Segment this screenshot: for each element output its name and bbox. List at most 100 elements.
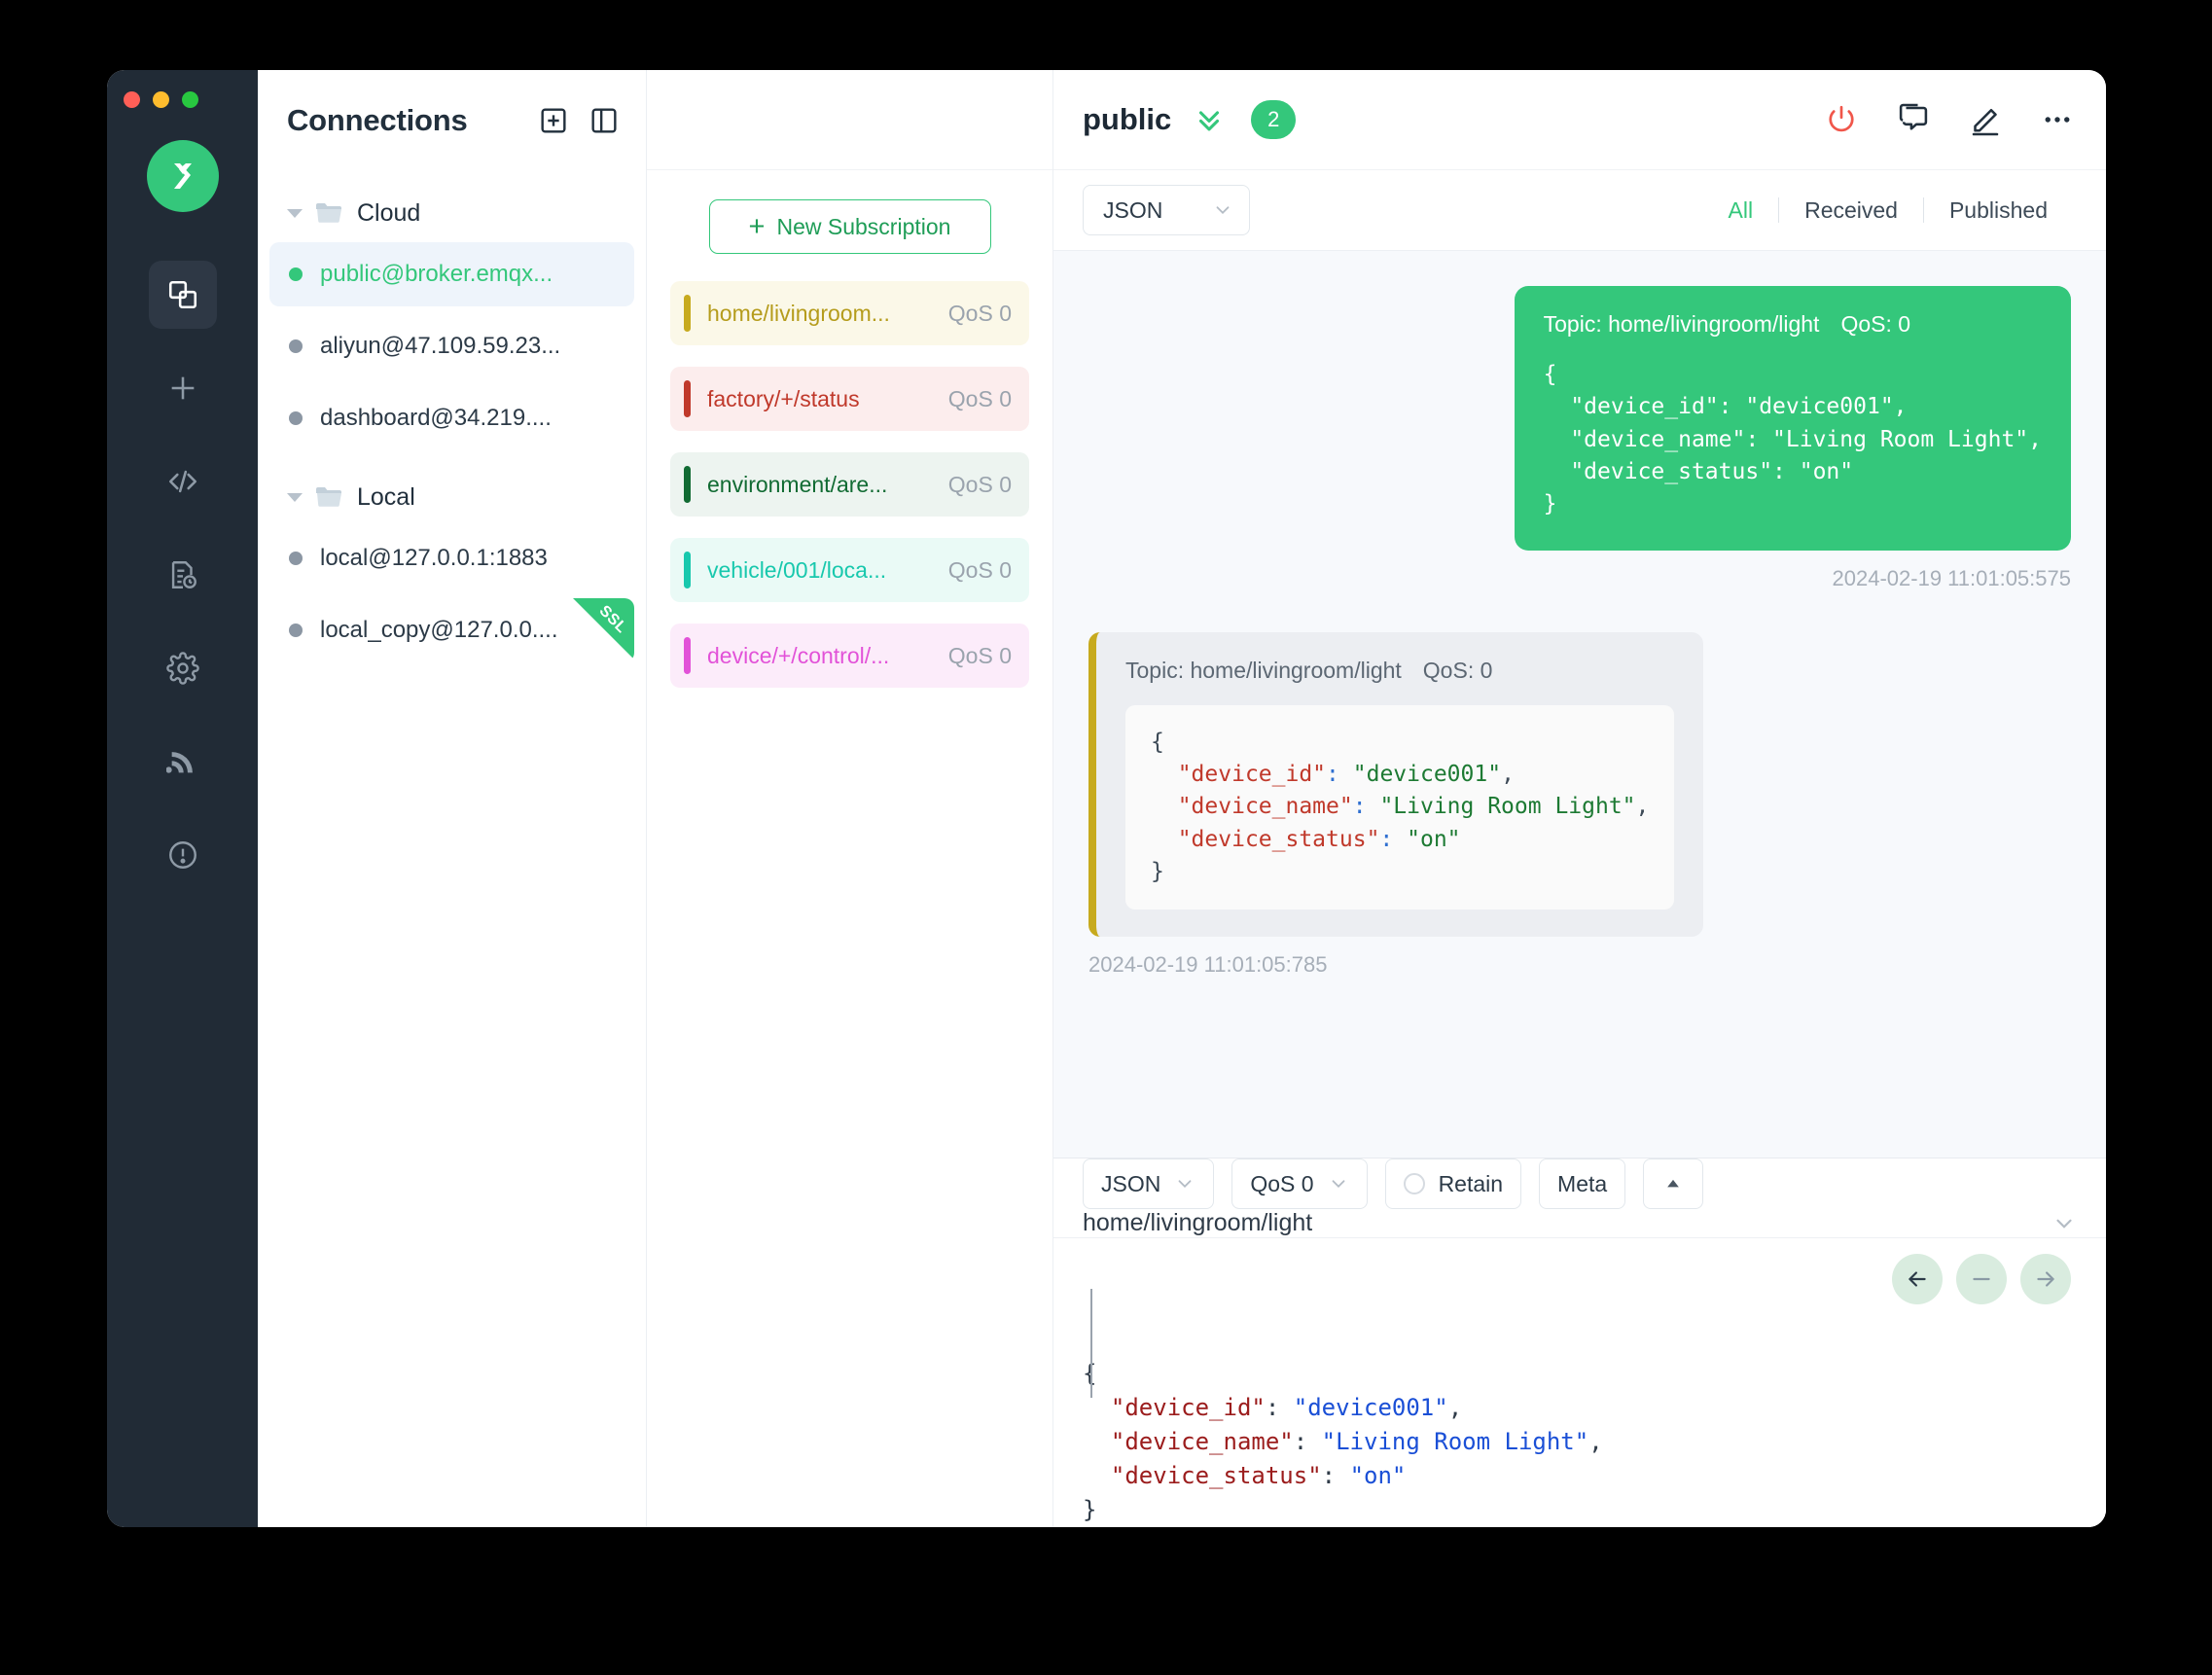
prev-payload-button[interactable] <box>1892 1254 1943 1304</box>
publish-topic-input[interactable]: home/livingroom/light <box>1053 1209 2106 1238</box>
color-bar <box>684 552 691 588</box>
next-payload-button[interactable] <box>2020 1254 2071 1304</box>
publish-payload-editor[interactable]: { "device_id": "device001", "device_name… <box>1053 1238 2106 1527</box>
rail-item-settings[interactable] <box>149 634 217 702</box>
color-bar <box>684 466 691 503</box>
rail-item-log[interactable] <box>149 541 217 609</box>
chevron-down-icon <box>1212 199 1233 221</box>
folder-icon <box>314 484 343 510</box>
subscription-qos: QoS 0 <box>947 642 1012 668</box>
page-title: public <box>1083 102 1172 136</box>
message-payload-card: { "device_id": "device001", "device_name… <box>1125 704 1675 910</box>
ellipsis-icon <box>2045 117 2070 123</box>
connection-item-local-copy[interactable]: local_copy@127.0.0.... SSL <box>269 598 634 662</box>
traffic-lights <box>124 91 198 108</box>
clear-payload-button[interactable] <box>1956 1254 2007 1304</box>
connection-name: local_copy@127.0.0.... <box>320 617 558 643</box>
retain-toggle[interactable]: Retain <box>1384 1158 1522 1209</box>
more-button[interactable] <box>2040 102 2075 137</box>
group-label: Local <box>357 482 415 511</box>
pencil-icon <box>1972 108 1999 136</box>
chevron-down-icon <box>1328 1173 1349 1194</box>
rail-item-connections[interactable] <box>148 261 217 329</box>
subscription-list: home/livingroom... QoS 0 factory/+/statu… <box>647 254 1052 709</box>
filter-received[interactable]: Received <box>1779 197 1923 224</box>
ssl-badge: SSL <box>572 598 634 660</box>
code-brackets-icon <box>168 470 196 493</box>
close-window-button[interactable] <box>124 91 140 108</box>
toggle-sidebar-button[interactable] <box>588 104 621 137</box>
chat-copy-icon <box>1899 103 1928 130</box>
disconnect-button[interactable] <box>1824 102 1859 137</box>
subscription-qos: QoS 0 <box>947 556 1012 583</box>
collapse-composer-button[interactable] <box>1643 1158 1704 1209</box>
rail-item-broadcast[interactable] <box>149 728 217 796</box>
edit-button[interactable] <box>1968 102 2003 137</box>
publish-topic-value: home/livingroom/light <box>1083 1209 1313 1236</box>
payload-format-select[interactable]: JSON <box>1083 185 1250 235</box>
meta-label: Meta <box>1557 1170 1608 1196</box>
rail-item-about[interactable] <box>149 821 217 889</box>
subscription-count-badge: 2 <box>1251 100 1297 139</box>
connection-name: dashboard@34.219.... <box>320 405 552 431</box>
meta-button[interactable]: Meta <box>1539 1158 1626 1209</box>
publish-composer: JSON QoS 0 Retain Meta home/livingroom/l… <box>1053 1158 2106 1527</box>
message-filters: All Received Published <box>1703 197 2073 224</box>
message-topic: Topic: home/livingroom/light <box>1125 657 1402 683</box>
arrow-left-icon <box>1909 1271 1926 1287</box>
messages-button[interactable] <box>1896 102 1931 137</box>
collapse-details-button[interactable] <box>1193 103 1226 136</box>
folder-icon <box>314 200 343 226</box>
subscription-item[interactable]: device/+/control/... QoS 0 <box>670 624 1029 688</box>
connection-group-cloud[interactable]: Cloud <box>258 188 646 238</box>
message-bubble[interactable]: Topic: home/livingroom/light QoS: 0 { "de… <box>1514 286 2071 551</box>
message-meta: Topic: home/livingroom/light QoS: 0 <box>1125 658 1674 684</box>
connections-title: Connections <box>287 102 468 137</box>
new-connection-button[interactable] <box>537 104 570 137</box>
chevron-down-icon <box>287 492 303 502</box>
retain-label: Retain <box>1438 1170 1504 1196</box>
maximize-window-button[interactable] <box>182 91 198 108</box>
connection-item-aliyun[interactable]: aliyun@47.109.59.23... <box>269 314 634 378</box>
filter-published[interactable]: Published <box>1924 197 2073 224</box>
info-circle-icon <box>168 841 196 869</box>
message-timestamp: 2024-02-19 11:01:05:785 <box>1088 952 1328 978</box>
filter-all[interactable]: All <box>1703 197 1779 224</box>
connection-item-local[interactable]: local@127.0.0.1:1883 <box>269 526 634 590</box>
editor-nav-buttons <box>1892 1254 2071 1304</box>
rail-item-scripts[interactable] <box>149 447 217 516</box>
subscriptions-panel: + New Subscription home/livingroom... Qo… <box>647 70 1053 1527</box>
subscription-topic: home/livingroom... <box>707 300 890 326</box>
subscription-item[interactable]: home/livingroom... QoS 0 <box>670 281 1029 345</box>
subscription-item[interactable]: factory/+/status QoS 0 <box>670 367 1029 431</box>
connection-group-local[interactable]: Local <box>258 472 646 522</box>
folder-glyph <box>316 487 341 507</box>
plus-square-icon <box>541 107 566 133</box>
status-dot-icon <box>289 339 303 353</box>
chevron-down-icon[interactable] <box>2051 1211 2077 1236</box>
connection-item-public[interactable]: public@broker.emqx... <box>269 242 634 306</box>
color-bar <box>684 637 691 674</box>
minus-icon <box>1973 1277 1990 1281</box>
minimize-window-button[interactable] <box>153 91 169 108</box>
connection-item-dashboard[interactable]: dashboard@34.219.... <box>269 386 634 450</box>
new-subscription-button[interactable]: + New Subscription <box>708 199 991 254</box>
message-topic: Topic: home/livingroom/light <box>1543 311 1820 337</box>
stacked-squares-icon <box>168 280 196 309</box>
connections-panel: Connections Cloud public@broker.emqx... … <box>258 70 647 1527</box>
subscription-item[interactable]: environment/are... QoS 0 <box>670 452 1029 517</box>
message-list[interactable]: Topic: home/livingroom/light QoS: 0 { "de… <box>1053 250 2106 1158</box>
connection-name: public@broker.emqx... <box>320 261 553 287</box>
rail-item-new[interactable] <box>149 354 217 422</box>
message-meta: Topic: home/livingroom/light QoS: 0 <box>1544 311 2042 338</box>
chevron-down-icon <box>287 208 303 218</box>
publish-qos-select[interactable]: QoS 0 <box>1231 1158 1368 1209</box>
arrow-right-icon <box>2037 1271 2054 1287</box>
mqttx-logo-icon <box>173 163 192 189</box>
publish-format-select[interactable]: JSON <box>1083 1158 1215 1209</box>
message-qos: QoS: 0 <box>1840 311 1911 337</box>
chevron-down-icon <box>1174 1173 1195 1194</box>
message-bubble[interactable]: Topic: home/livingroom/light QoS: 0 { "de… <box>1088 631 1704 938</box>
message-panel-header: public 2 <box>1053 70 2106 170</box>
subscription-item[interactable]: vehicle/001/loca... QoS 0 <box>670 538 1029 602</box>
